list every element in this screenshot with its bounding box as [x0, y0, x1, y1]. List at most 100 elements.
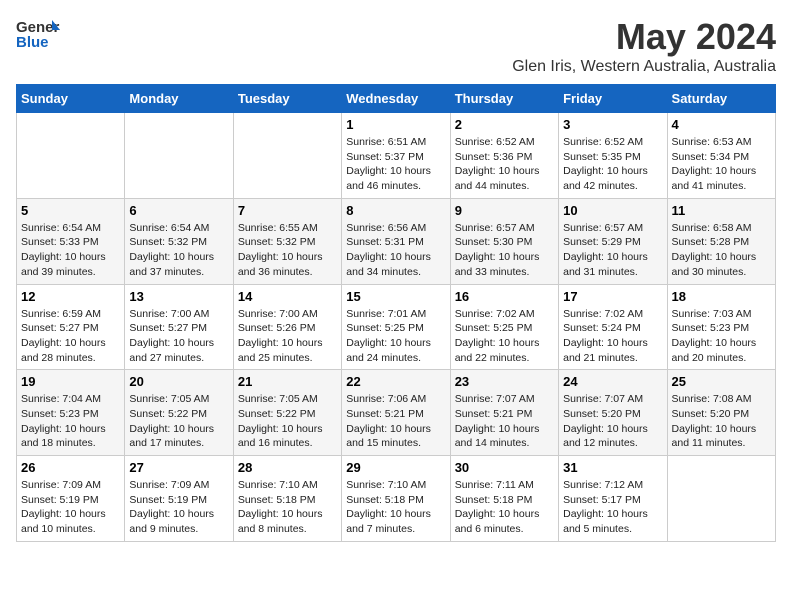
- day-number: 9: [455, 203, 554, 218]
- header-sunday: Sunday: [17, 85, 125, 113]
- day-number: 16: [455, 289, 554, 304]
- day-info: Sunrise: 7:09 AM Sunset: 5:19 PM Dayligh…: [129, 478, 228, 537]
- calendar-week-4: 19Sunrise: 7:04 AM Sunset: 5:23 PM Dayli…: [17, 370, 776, 456]
- day-info: Sunrise: 7:05 AM Sunset: 5:22 PM Dayligh…: [238, 392, 337, 451]
- calendar-cell: 14 Sunrise: 7:00 AM Sunset: 5:26 PM Dayli…: [233, 284, 341, 370]
- day-number: 11: [672, 203, 771, 218]
- day-number: 23: [455, 374, 554, 389]
- main-title: May 2024: [512, 16, 776, 58]
- day-info: Sunrise: 7:10 AM Sunset: 5:18 PM Dayligh…: [346, 478, 445, 537]
- day-number: 30: [455, 460, 554, 475]
- day-number: 27: [129, 460, 228, 475]
- day-info: Sunrise: 6:54 AM Sunset: 5:32 PM Dayligh…: [129, 221, 228, 280]
- day-number: 4: [672, 117, 771, 132]
- day-number: 18: [672, 289, 771, 304]
- calendar-cell: 22 Sunrise: 7:06 AM Sunset: 5:21 PM Dayli…: [342, 370, 450, 456]
- day-number: 8: [346, 203, 445, 218]
- logo-icon: General Blue: [16, 16, 60, 52]
- day-info: Sunrise: 6:52 AM Sunset: 5:35 PM Dayligh…: [563, 135, 662, 194]
- header-wednesday: Wednesday: [342, 85, 450, 113]
- header-tuesday: Tuesday: [233, 85, 341, 113]
- calendar-week-1: 1Sunrise: 6:51 AM Sunset: 5:37 PM Daylig…: [17, 113, 776, 199]
- calendar-cell: 3 Sunrise: 6:52 AM Sunset: 5:35 PM Daylig…: [559, 113, 667, 199]
- day-info: Sunrise: 6:57 AM Sunset: 5:30 PM Dayligh…: [455, 221, 554, 280]
- day-info: Sunrise: 7:01 AM Sunset: 5:25 PM Dayligh…: [346, 307, 445, 366]
- day-info: Sunrise: 6:53 AM Sunset: 5:34 PM Dayligh…: [672, 135, 771, 194]
- day-number: 31: [563, 460, 662, 475]
- day-number: 2: [455, 117, 554, 132]
- day-number: 24: [563, 374, 662, 389]
- day-info: Sunrise: 7:00 AM Sunset: 5:26 PM Dayligh…: [238, 307, 337, 366]
- calendar-cell: 21 Sunrise: 7:05 AM Sunset: 5:22 PM Dayli…: [233, 370, 341, 456]
- calendar-cell: 12Sunrise: 6:59 AM Sunset: 5:27 PM Dayli…: [17, 284, 125, 370]
- calendar-cell: 31 Sunrise: 7:12 AM Sunset: 5:17 PM Dayli…: [559, 456, 667, 542]
- day-number: 6: [129, 203, 228, 218]
- day-number: 3: [563, 117, 662, 132]
- calendar-cell: 16 Sunrise: 7:02 AM Sunset: 5:25 PM Dayli…: [450, 284, 558, 370]
- day-number: 19: [21, 374, 120, 389]
- day-number: 5: [21, 203, 120, 218]
- calendar-cell: 17Sunrise: 7:02 AM Sunset: 5:24 PM Dayli…: [559, 284, 667, 370]
- day-number: 22: [346, 374, 445, 389]
- day-number: 20: [129, 374, 228, 389]
- calendar-table: Sunday Monday Tuesday Wednesday Thursday…: [16, 84, 776, 542]
- day-info: Sunrise: 6:55 AM Sunset: 5:32 PM Dayligh…: [238, 221, 337, 280]
- day-number: 7: [238, 203, 337, 218]
- day-info: Sunrise: 7:11 AM Sunset: 5:18 PM Dayligh…: [455, 478, 554, 537]
- calendar-cell: 28 Sunrise: 7:10 AM Sunset: 5:18 PM Dayli…: [233, 456, 341, 542]
- svg-text:Blue: Blue: [16, 34, 49, 51]
- calendar-cell: 26 Sunrise: 7:09 AM Sunset: 5:19 PM Dayli…: [17, 456, 125, 542]
- page-header: General Blue May 2024 Glen Iris, Western…: [16, 16, 776, 76]
- day-info: Sunrise: 7:02 AM Sunset: 5:24 PM Dayligh…: [563, 307, 662, 366]
- calendar-cell: 7 Sunrise: 6:55 AM Sunset: 5:32 PM Daylig…: [233, 198, 341, 284]
- day-info: Sunrise: 6:54 AM Sunset: 5:33 PM Dayligh…: [21, 221, 120, 280]
- day-info: Sunrise: 6:58 AM Sunset: 5:28 PM Dayligh…: [672, 221, 771, 280]
- calendar-cell: 1Sunrise: 6:51 AM Sunset: 5:37 PM Daylig…: [342, 113, 450, 199]
- calendar-header-row: Sunday Monday Tuesday Wednesday Thursday…: [17, 85, 776, 113]
- logo: General Blue: [16, 16, 60, 52]
- header-friday: Friday: [559, 85, 667, 113]
- day-number: 25: [672, 374, 771, 389]
- calendar-cell: 23 Sunrise: 7:07 AM Sunset: 5:21 PM Dayli…: [450, 370, 558, 456]
- calendar-cell: 4 Sunrise: 6:53 AM Sunset: 5:34 PM Daylig…: [667, 113, 775, 199]
- calendar-cell: 6 Sunrise: 6:54 AM Sunset: 5:32 PM Daylig…: [125, 198, 233, 284]
- day-number: 28: [238, 460, 337, 475]
- calendar-cell: [667, 456, 775, 542]
- day-number: 26: [21, 460, 120, 475]
- calendar-cell: 24 Sunrise: 7:07 AM Sunset: 5:20 PM Dayli…: [559, 370, 667, 456]
- day-info: Sunrise: 7:07 AM Sunset: 5:21 PM Dayligh…: [455, 392, 554, 451]
- header-monday: Monday: [125, 85, 233, 113]
- day-number: 21: [238, 374, 337, 389]
- calendar-cell: 15 Sunrise: 7:01 AM Sunset: 5:25 PM Dayli…: [342, 284, 450, 370]
- calendar-cell: 9 Sunrise: 6:57 AM Sunset: 5:30 PM Daylig…: [450, 198, 558, 284]
- day-number: 12: [21, 289, 120, 304]
- calendar-cell: 10Sunrise: 6:57 AM Sunset: 5:29 PM Dayli…: [559, 198, 667, 284]
- calendar-cell: 25 Sunrise: 7:08 AM Sunset: 5:20 PM Dayli…: [667, 370, 775, 456]
- calendar-cell: [233, 113, 341, 199]
- header-saturday: Saturday: [667, 85, 775, 113]
- calendar-cell: [17, 113, 125, 199]
- day-number: 10: [563, 203, 662, 218]
- day-info: Sunrise: 7:08 AM Sunset: 5:20 PM Dayligh…: [672, 392, 771, 451]
- day-info: Sunrise: 7:00 AM Sunset: 5:27 PM Dayligh…: [129, 307, 228, 366]
- day-info: Sunrise: 7:02 AM Sunset: 5:25 PM Dayligh…: [455, 307, 554, 366]
- calendar-cell: 29Sunrise: 7:10 AM Sunset: 5:18 PM Dayli…: [342, 456, 450, 542]
- calendar-cell: 2 Sunrise: 6:52 AM Sunset: 5:36 PM Daylig…: [450, 113, 558, 199]
- day-number: 1: [346, 117, 445, 132]
- day-info: Sunrise: 7:10 AM Sunset: 5:18 PM Dayligh…: [238, 478, 337, 537]
- day-number: 15: [346, 289, 445, 304]
- day-info: Sunrise: 7:05 AM Sunset: 5:22 PM Dayligh…: [129, 392, 228, 451]
- day-info: Sunrise: 7:03 AM Sunset: 5:23 PM Dayligh…: [672, 307, 771, 366]
- day-info: Sunrise: 7:07 AM Sunset: 5:20 PM Dayligh…: [563, 392, 662, 451]
- calendar-cell: 19Sunrise: 7:04 AM Sunset: 5:23 PM Dayli…: [17, 370, 125, 456]
- day-info: Sunrise: 7:06 AM Sunset: 5:21 PM Dayligh…: [346, 392, 445, 451]
- day-info: Sunrise: 6:52 AM Sunset: 5:36 PM Dayligh…: [455, 135, 554, 194]
- day-info: Sunrise: 7:09 AM Sunset: 5:19 PM Dayligh…: [21, 478, 120, 537]
- day-info: Sunrise: 6:56 AM Sunset: 5:31 PM Dayligh…: [346, 221, 445, 280]
- calendar-cell: 13Sunrise: 7:00 AM Sunset: 5:27 PM Dayli…: [125, 284, 233, 370]
- calendar-week-2: 5 Sunrise: 6:54 AM Sunset: 5:33 PM Daylig…: [17, 198, 776, 284]
- calendar-cell: 8 Sunrise: 6:56 AM Sunset: 5:31 PM Daylig…: [342, 198, 450, 284]
- day-info: Sunrise: 7:12 AM Sunset: 5:17 PM Dayligh…: [563, 478, 662, 537]
- day-number: 14: [238, 289, 337, 304]
- subtitle: Glen Iris, Western Australia, Australia: [512, 58, 776, 76]
